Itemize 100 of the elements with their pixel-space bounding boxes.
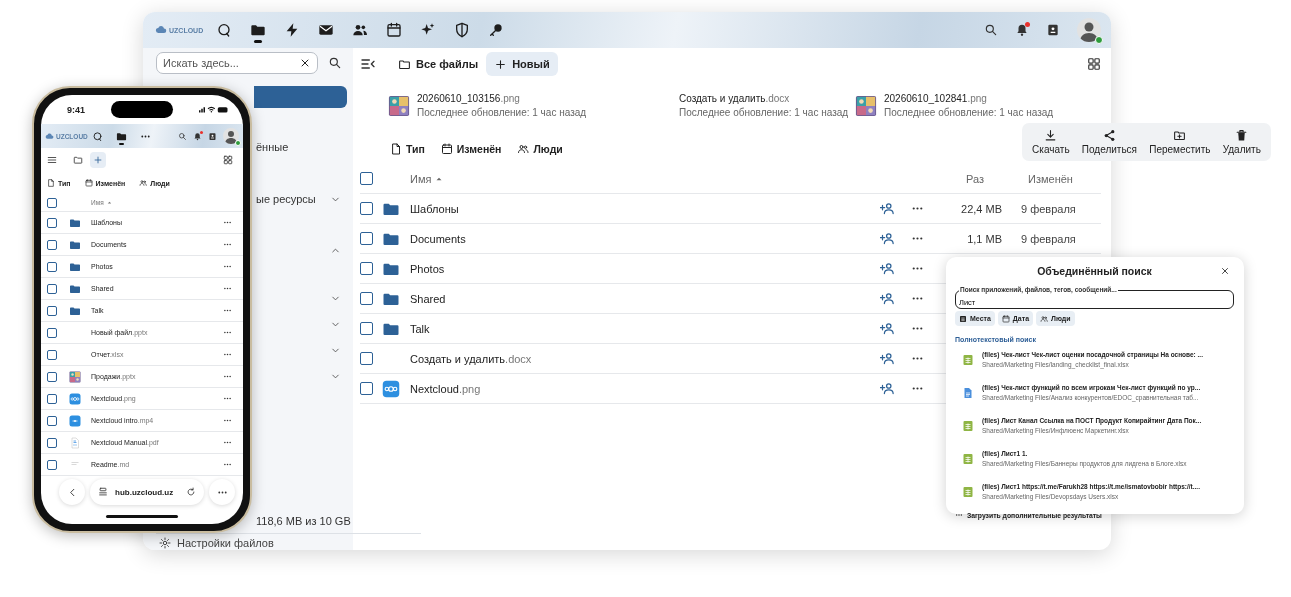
page-icon bbox=[98, 487, 108, 497]
checkbox[interactable] bbox=[47, 415, 57, 426]
action-button[interactable]: Поделиться bbox=[1081, 129, 1138, 155]
people-icon bbox=[1040, 314, 1049, 323]
bell-icon[interactable] bbox=[193, 131, 202, 141]
close-icon[interactable] bbox=[1220, 266, 1230, 276]
people-icon bbox=[517, 143, 530, 155]
dashboard-ring-icon bbox=[91, 130, 103, 142]
share-icon[interactable] bbox=[879, 231, 895, 246]
checkbox[interactable] bbox=[360, 322, 373, 335]
close-icon[interactable] bbox=[299, 57, 311, 69]
file-name[interactable]: Photos bbox=[410, 262, 872, 275]
filter-button[interactable]: Люди bbox=[517, 138, 563, 160]
recent-file-name[interactable]: 20260610_103156.png bbox=[417, 92, 587, 106]
app-logo-icon bbox=[382, 379, 400, 398]
search-icon[interactable] bbox=[984, 23, 998, 37]
share-icon[interactable] bbox=[879, 291, 895, 306]
spreadsheet-icon bbox=[962, 452, 974, 465]
checkbox[interactable] bbox=[360, 352, 373, 365]
folder-icon bbox=[115, 130, 127, 142]
calendar-icon bbox=[1001, 314, 1010, 323]
home-indicator bbox=[106, 515, 178, 518]
share-icon[interactable] bbox=[879, 381, 895, 396]
document-icon bbox=[47, 179, 55, 187]
checkbox[interactable] bbox=[47, 283, 57, 294]
pdf-file-icon bbox=[69, 436, 81, 449]
menu-icon[interactable] bbox=[47, 155, 57, 165]
search-field[interactable]: Искать здесь... bbox=[156, 52, 318, 74]
search-icon[interactable] bbox=[328, 56, 342, 70]
last-updated: Последнее обновление: 1 час назад bbox=[884, 106, 1054, 120]
checkbox[interactable] bbox=[47, 305, 57, 316]
checkbox[interactable] bbox=[47, 371, 57, 382]
settings-link[interactable]: Настройки файлов bbox=[177, 537, 274, 549]
file-name[interactable]: Shared bbox=[410, 292, 872, 305]
bell-icon[interactable] bbox=[1015, 23, 1029, 37]
action-button[interactable]: Скачать bbox=[1032, 129, 1070, 155]
breadcrumb[interactable]: Все файлы bbox=[392, 51, 485, 77]
checkbox[interactable] bbox=[360, 262, 373, 275]
image-thumbnail bbox=[69, 370, 81, 383]
checkbox[interactable] bbox=[47, 327, 57, 338]
folder-icon bbox=[398, 57, 411, 71]
list-icon bbox=[959, 314, 967, 323]
document-icon bbox=[962, 386, 974, 399]
file-name[interactable]: Nextcloud.png bbox=[410, 382, 872, 395]
calendar-icon bbox=[84, 179, 93, 187]
image-thumbnail bbox=[855, 95, 877, 117]
sidebar-toggle-icon[interactable] bbox=[360, 56, 376, 72]
folder-icon[interactable] bbox=[73, 155, 83, 165]
plus-icon bbox=[494, 57, 508, 71]
checkbox[interactable] bbox=[360, 232, 373, 245]
checkbox[interactable] bbox=[47, 349, 57, 360]
column-header[interactable]: Имя bbox=[410, 172, 872, 185]
checkbox[interactable] bbox=[47, 197, 57, 208]
grid-view-icon[interactable] bbox=[223, 155, 233, 165]
reload-icon[interactable] bbox=[186, 487, 196, 497]
checkbox[interactable] bbox=[47, 261, 57, 272]
recent-file-name[interactable]: 20260610_102841.png bbox=[884, 92, 1054, 106]
dashboard-ring-icon bbox=[216, 22, 232, 38]
contacts-icon[interactable] bbox=[1046, 23, 1060, 37]
checkbox[interactable] bbox=[360, 202, 373, 215]
checkbox[interactable] bbox=[47, 459, 57, 470]
filter-button[interactable]: Тип bbox=[390, 138, 425, 160]
checkbox[interactable] bbox=[360, 292, 373, 305]
filter-button[interactable]: Изменён bbox=[440, 138, 502, 160]
action-button[interactable]: Удалить bbox=[1222, 129, 1261, 155]
address-bar[interactable]: hub.uzcloud.uz bbox=[90, 479, 204, 505]
avatar[interactable] bbox=[223, 128, 239, 144]
file-name[interactable]: Talk bbox=[410, 322, 872, 335]
share-icon[interactable] bbox=[879, 351, 895, 366]
share-icon[interactable] bbox=[879, 201, 895, 216]
file-name[interactable]: Создать и удалить.docx bbox=[410, 352, 872, 365]
checkbox[interactable] bbox=[47, 393, 57, 404]
gear-icon[interactable] bbox=[159, 537, 171, 549]
image-thumbnail bbox=[388, 95, 410, 117]
avatar[interactable] bbox=[1077, 18, 1101, 42]
nav-section[interactable]: ые ресурсы bbox=[256, 193, 316, 205]
nav-item[interactable]: ённые bbox=[254, 136, 347, 158]
file-name[interactable]: Шаблоны bbox=[410, 202, 872, 215]
new-button[interactable]: Новый bbox=[486, 52, 558, 76]
checkbox[interactable] bbox=[360, 382, 373, 395]
share-icon[interactable] bbox=[879, 321, 895, 336]
checkbox[interactable] bbox=[47, 217, 57, 228]
checkbox[interactable] bbox=[47, 239, 57, 250]
column-header[interactable]: Раз bbox=[932, 172, 1002, 185]
contacts-icon[interactable] bbox=[208, 131, 217, 141]
checkbox[interactable] bbox=[360, 172, 373, 185]
action-button[interactable]: Переместить bbox=[1149, 129, 1211, 155]
cloud-logo-icon bbox=[155, 24, 167, 36]
column-header[interactable]: Изменён bbox=[1002, 172, 1101, 185]
cloud-logo-icon bbox=[45, 131, 54, 141]
share-icon bbox=[1102, 129, 1116, 142]
grid-view-icon[interactable] bbox=[1087, 57, 1101, 71]
checkbox[interactable] bbox=[47, 437, 57, 448]
recent-file-name[interactable]: Создать и удалить.docx bbox=[679, 92, 849, 106]
search-icon[interactable] bbox=[178, 131, 187, 141]
share-icon[interactable] bbox=[879, 261, 895, 276]
last-updated: Последнее обновление: 1 час назад bbox=[679, 106, 849, 120]
file-name[interactable]: Documents bbox=[410, 232, 872, 245]
calendar-icon bbox=[386, 22, 402, 38]
people-icon bbox=[139, 179, 148, 187]
